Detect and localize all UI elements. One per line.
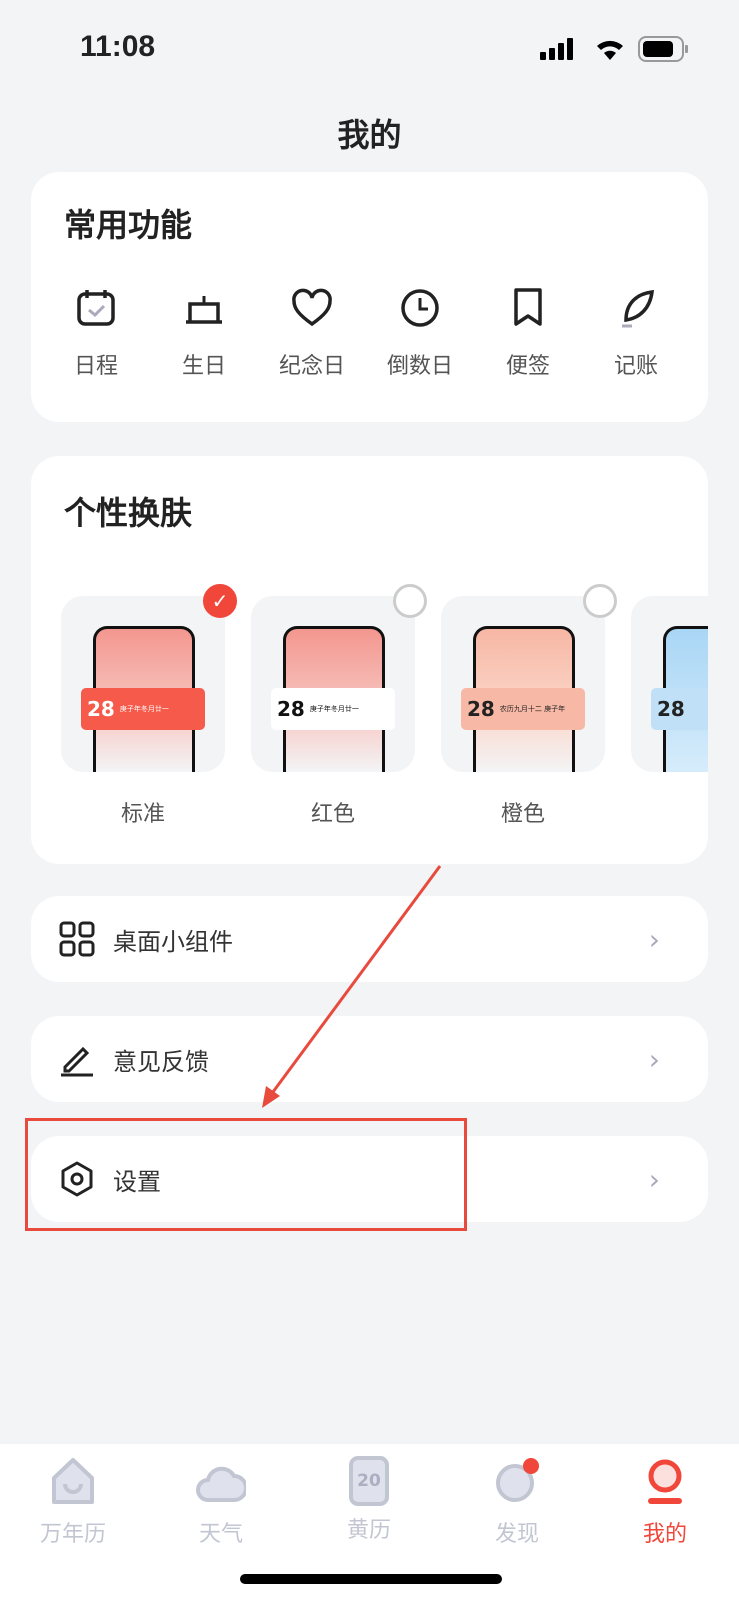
tab-weather[interactable]: 天气 (166, 1456, 276, 1548)
annotation-arrow (262, 865, 442, 1108)
house-icon (52, 1458, 94, 1504)
cloud-icon (196, 1466, 248, 1502)
home-indicator[interactable] (240, 1574, 502, 1584)
almanac-calendar-icon: 20 (349, 1456, 389, 1506)
tab-discover[interactable]: 发现 (462, 1456, 572, 1548)
discover-icon (496, 1458, 539, 1502)
profile-icon (648, 1459, 682, 1504)
tab-almanac[interactable]: 20 黄历 (314, 1456, 424, 1544)
tab-mine[interactable]: 我的 (610, 1456, 720, 1548)
tab-calendar[interactable]: 万年历 (18, 1456, 128, 1548)
